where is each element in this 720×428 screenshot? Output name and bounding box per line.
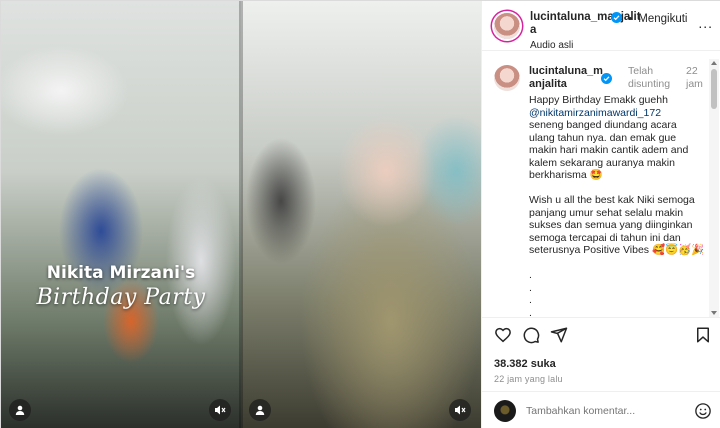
caption-mention[interactable]: @nikitamirzanimawardi_172 [529, 107, 661, 119]
more-options-icon[interactable]: ... [698, 15, 713, 31]
caption-text: Happy Birthday Emakk guehh @nikitamirzan… [529, 94, 705, 317]
caption-comment: lucintaluna_manjalita Telah disunting 22… [494, 65, 720, 317]
action-icons [494, 326, 712, 348]
comment-input[interactable] [526, 404, 694, 417]
overlay-title-line1: Nikita Mirzani's [46, 263, 196, 283]
author-avatar[interactable] [494, 13, 520, 39]
user-tag-icon [255, 405, 265, 415]
post-sidebar: lucintaluna_manjalita Audio asli • Mengi… [481, 1, 720, 428]
caption-body: lucintaluna_manjalita Telah disunting 22… [529, 65, 705, 317]
mute-button-right[interactable] [449, 399, 471, 421]
share-paper-plane-icon[interactable] [550, 326, 568, 344]
post-actions: 38.382 suka 22 jam yang lalu [482, 317, 720, 384]
header-separator: • [628, 13, 633, 25]
caption-meta: Telah disunting 22 jam [628, 65, 703, 91]
viewer-avatar [494, 399, 516, 422]
emoji-smile-icon[interactable] [694, 402, 712, 420]
scroll-up-arrow[interactable] [711, 61, 717, 65]
follow-status[interactable]: • Mengikuti [608, 12, 687, 25]
post-header: lucintaluna_manjalita Audio asli • Mengi… [482, 1, 720, 51]
verified-badge-icon [611, 12, 622, 23]
mute-icon [455, 405, 466, 415]
video-overlay-title: Nikita Mirzani's Birthday Party [1, 263, 241, 310]
save-bookmark-icon[interactable] [694, 326, 712, 344]
post-timestamp[interactable]: 22 jam yang lalu [494, 374, 712, 384]
caption-author-avatar[interactable] [494, 65, 520, 91]
video-frame-right [241, 1, 481, 428]
mute-button-left[interactable] [209, 399, 231, 421]
caption-scrollbar[interactable] [709, 59, 719, 317]
edited-label: Telah disunting [628, 65, 671, 90]
user-tag-button-left[interactable] [9, 399, 31, 421]
like-heart-icon[interactable] [494, 326, 512, 344]
mute-icon [215, 405, 226, 415]
audio-label[interactable]: Audio asli [530, 40, 713, 51]
caption-verified-icon [601, 73, 612, 84]
post-media[interactable]: Nikita Mirzani's Birthday Party [1, 1, 481, 428]
caption-username[interactable]: lucintaluna_manjalita [529, 65, 607, 91]
caption-body-text: seneng banged diundang acara ulang tahun… [529, 119, 705, 317]
frame-divider [239, 1, 243, 428]
following-button[interactable]: Mengikuti [638, 13, 687, 25]
caption-intro: Happy Birthday Emakk guehh [529, 94, 668, 106]
comment-bubble-icon[interactable] [522, 326, 540, 344]
scroll-thumb[interactable] [711, 69, 717, 109]
instagram-post-frame: Nikita Mirzani's Birthday Party lucintal… [0, 0, 720, 428]
like-count[interactable]: 38.382 suka [494, 358, 712, 370]
user-tag-button-right[interactable] [249, 399, 271, 421]
scroll-down-arrow[interactable] [711, 311, 717, 315]
caption-area: lucintaluna_manjalita Telah disunting 22… [482, 51, 720, 317]
video-frame-left [1, 1, 241, 428]
add-comment-bar [482, 391, 720, 428]
user-tag-icon [15, 405, 25, 415]
overlay-title-line2: Birthday Party [36, 285, 206, 310]
